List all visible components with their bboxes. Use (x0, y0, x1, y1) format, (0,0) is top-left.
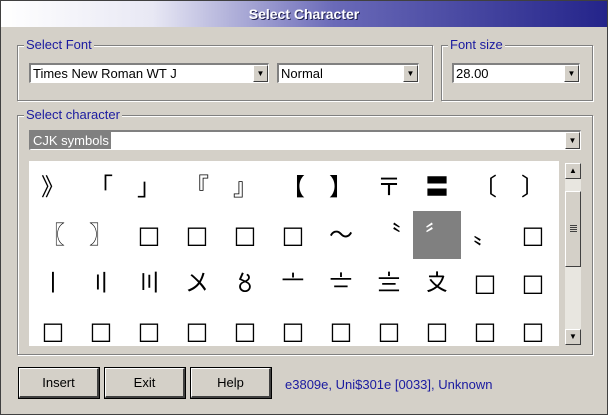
character-cell[interactable]: 〥 (221, 259, 269, 307)
character-cell[interactable]: □ (509, 259, 557, 307)
character-cell[interactable]: □ (317, 307, 365, 346)
character-cell[interactable]: 〣 (125, 259, 173, 307)
font-combo-value: Times New Roman WT J (33, 66, 177, 81)
character-cell[interactable]: □ (29, 307, 77, 346)
character-cell[interactable]: □ (365, 307, 413, 346)
character-range-value: CJK symbols (31, 132, 111, 149)
character-cell[interactable]: 〜 (317, 211, 365, 259)
character-cell[interactable]: 〗 (77, 211, 125, 259)
font-size-label: Font size (448, 37, 505, 53)
character-cell[interactable]: 〞 (413, 211, 461, 259)
character-cell[interactable]: 【 (269, 163, 317, 211)
insert-button-label: Insert (42, 375, 75, 390)
character-cell[interactable]: □ (77, 307, 125, 346)
character-cell[interactable]: 〦 (269, 259, 317, 307)
grid-scrollbar[interactable]: ▲ ▼ (565, 163, 581, 345)
character-cell[interactable]: □ (461, 259, 509, 307)
character-range-combo[interactable]: CJK symbols ▼ (29, 130, 581, 150)
character-cell[interactable]: 〓 (413, 163, 461, 211)
select-character-label: Select character (24, 107, 122, 123)
chevron-down-icon[interactable]: ▼ (253, 65, 268, 82)
character-cell[interactable]: □ (173, 211, 221, 259)
character-cell[interactable]: □ (221, 211, 269, 259)
style-combo[interactable]: Normal ▼ (277, 63, 419, 83)
character-info-status: e3809e, Uni$301e [0033], Unknown (285, 377, 493, 392)
exit-button-label: Exit (133, 375, 156, 390)
character-cell[interactable]: 〩 (413, 259, 461, 307)
exit-button[interactable]: Exit (104, 367, 186, 399)
character-cell[interactable]: 》 (29, 163, 77, 211)
character-cell[interactable]: 』 (221, 163, 269, 211)
window-title: Select Character (248, 6, 360, 22)
character-cell[interactable]: 】 (317, 163, 365, 211)
character-cell[interactable]: 〟 (461, 211, 509, 259)
character-cell[interactable]: 〝 (365, 211, 413, 259)
font-size-combo[interactable]: 28.00 ▼ (452, 63, 580, 83)
grip-line (570, 231, 577, 232)
character-grid[interactable]: 》「」『』【】〒〓〔〕〖〗 □ □ □ □ 〜〝〞〟 □ 〡〢〣〤〥〦〧〨〩 □ □ □ □ □ □ □ □ □… (29, 161, 559, 346)
character-cell[interactable]: □ (413, 307, 461, 346)
character-cell[interactable]: 〒 (365, 163, 413, 211)
select-character-dialog: Select Character Select Font Times New R… (0, 0, 608, 415)
character-cell[interactable]: □ (269, 211, 317, 259)
insert-button[interactable]: Insert (18, 367, 100, 399)
character-cell[interactable]: 〔 (461, 163, 509, 211)
font-size-value: 28.00 (456, 66, 489, 81)
character-cell[interactable]: 」 (125, 163, 173, 211)
title-bar[interactable]: Select Character (1, 1, 607, 27)
character-cell[interactable]: 〢 (77, 259, 125, 307)
chevron-down-icon[interactable]: ▼ (565, 132, 580, 149)
style-combo-value: Normal (281, 66, 323, 81)
character-cell[interactable]: □ (461, 307, 509, 346)
character-cell[interactable]: □ (509, 211, 557, 259)
font-combo[interactable]: Times New Roman WT J ▼ (29, 63, 269, 83)
select-font-label: Select Font (24, 37, 94, 53)
character-cell[interactable]: □ (173, 307, 221, 346)
arrow-up-icon[interactable]: ▲ (565, 163, 581, 179)
character-cell[interactable]: 〕 (509, 163, 557, 211)
character-cell[interactable]: 〧 (317, 259, 365, 307)
chevron-down-icon[interactable]: ▼ (564, 65, 579, 82)
character-cell[interactable]: 〨 (365, 259, 413, 307)
help-button[interactable]: Help (190, 367, 272, 399)
arrow-down-icon[interactable]: ▼ (565, 329, 581, 345)
grip-line (570, 227, 577, 228)
character-cell[interactable]: □ (125, 307, 173, 346)
chevron-down-icon[interactable]: ▼ (403, 65, 418, 82)
character-cell[interactable]: 「 (77, 163, 125, 211)
scrollbar-thumb[interactable] (565, 191, 581, 267)
character-cell[interactable]: □ (221, 307, 269, 346)
character-cell[interactable]: 『 (173, 163, 221, 211)
character-cell[interactable]: □ (125, 211, 173, 259)
character-cell[interactable]: 〤 (173, 259, 221, 307)
character-cell[interactable]: 〡 (29, 259, 77, 307)
character-cell[interactable]: □ (509, 307, 557, 346)
help-button-label: Help (217, 375, 244, 390)
grip-line (570, 225, 577, 226)
character-cell[interactable]: 〖 (29, 211, 77, 259)
character-cell[interactable]: □ (269, 307, 317, 346)
grip-line (570, 229, 577, 230)
